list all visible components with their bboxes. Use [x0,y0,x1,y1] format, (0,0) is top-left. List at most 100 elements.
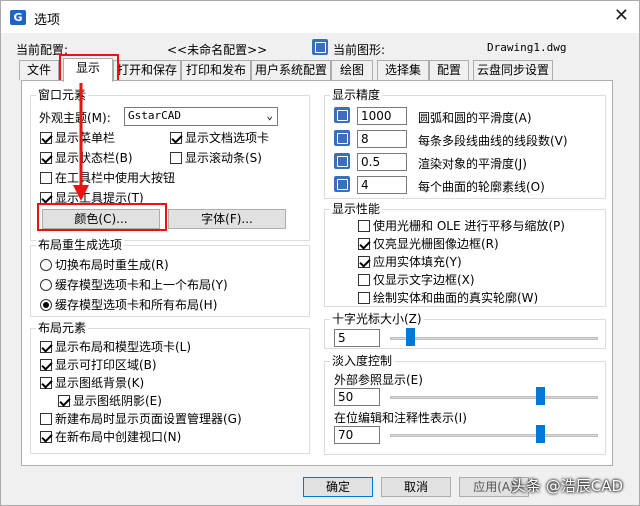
highlight-box-color [37,203,167,231]
show-paper-bg-check[interactable]: 显示图纸背景(K) [40,376,144,390]
drawing-icon [312,39,328,55]
title-bar: G 选项 ✕ [1,1,639,33]
checkbox[interactable] [358,292,370,304]
appearance-select[interactable]: GstarCAD ⌄ [124,107,278,126]
precision-icon [334,130,350,146]
ok-button[interactable]: 确定 [303,477,373,497]
display-performance-title: 显示性能 [330,202,383,216]
solid-fill-check[interactable]: 应用实体填充(Y) [358,255,462,269]
show-scrollbars-check[interactable]: 显示滚动条(S) [170,151,262,165]
check-label: 仅显示文字边框(X) [373,273,475,287]
check-label: 使用光栅和 OLE 进行平移与缩放(P) [373,219,565,233]
tab-display[interactable]: 显示 [63,58,113,82]
checkbox[interactable] [40,132,52,144]
checkbox[interactable] [358,238,370,250]
checkbox[interactable] [170,152,182,164]
xref-slider-track[interactable] [390,396,598,399]
crosshair-slider-track[interactable] [390,337,598,340]
xref-fade-input[interactable]: 50 [334,388,380,406]
checkbox[interactable] [58,395,70,407]
raster-frame-only-check[interactable]: 仅亮显光栅图像边框(R) [358,237,499,251]
layout-elements-title: 布局元素 [36,321,89,335]
current-config-value: <<未命名配置>> [167,43,268,57]
xref-slider-thumb[interactable] [536,387,545,405]
arc-smoothness-input[interactable]: 1000 [357,107,407,125]
tab-profiles[interactable]: 配置 [429,60,469,80]
checkbox[interactable] [358,274,370,286]
checkbox[interactable] [358,256,370,268]
true-silhouettes-check[interactable]: 绘制实体和曲面的真实轮廓(W) [358,291,538,305]
check-label: 显示文档选项卡 [185,131,270,145]
checkbox[interactable] [40,341,52,353]
checkbox[interactable] [40,152,52,164]
radio-label: 切换布局时重生成(R) [55,258,169,272]
checkbox[interactable] [358,220,370,232]
precision-icon [334,153,350,169]
radio[interactable] [40,259,52,271]
show-doc-tabs-check[interactable]: 显示文档选项卡 [170,131,269,145]
text-frame-only-check[interactable]: 仅显示文字边框(X) [358,273,475,287]
render-smoothness-input[interactable]: 0.5 [357,153,407,171]
large-buttons-check[interactable]: 在工具栏中使用大按钮 [40,171,175,185]
check-label: 在新布局中创建视口(N) [55,430,182,444]
tab-plot-publish[interactable]: 打印和发布 [181,60,251,80]
current-drawing-value: Drawing1.dwg [487,41,567,54]
close-icon[interactable]: ✕ [614,5,629,26]
precision-icon [334,176,350,192]
check-label: 显示滚动条(S) [185,151,262,165]
appearance-value: GstarCAD [128,109,181,122]
chevron-down-icon: ⌄ [266,109,273,122]
show-paper-shadow-check[interactable]: 显示图纸阴影(E) [58,394,162,408]
cancel-button[interactable]: 取消 [381,477,451,497]
inplace-slider-thumb[interactable] [536,425,545,443]
arc-smoothness-label: 圆弧和圆的平滑度(A) [418,111,532,125]
show-printable-area-check[interactable]: 显示可打印区域(B) [40,358,157,372]
cache-model-all-radio[interactable]: 缓存模型选项卡和所有布局(H) [40,298,217,312]
inplace-edit-label: 在位编辑和注释性表示(I) [334,411,467,425]
check-label: 绘制实体和曲面的真实轮廓(W) [373,291,539,305]
precision-icon [334,107,350,123]
tab-open-save[interactable]: 打开和保存 [113,60,181,80]
tab-selection[interactable]: 选择集 [377,60,429,80]
check-label: 显示图纸背景(K) [55,376,145,390]
inplace-fade-input[interactable]: 70 [334,426,380,444]
raster-ole-pan-check[interactable]: 使用光栅和 OLE 进行平移与缩放(P) [358,219,565,233]
cache-model-last-radio[interactable]: 缓存模型选项卡和上一个布局(Y) [40,278,228,292]
checkbox[interactable] [40,172,52,184]
tab-drafting[interactable]: 绘图 [331,60,373,80]
display-panel: 窗口元素 外观主题(M): GstarCAD ⌄ 显示菜单栏 显示文档选项卡 显示… [21,80,613,466]
crosshair-title: 十字光标大小(Z) [330,312,424,326]
checkbox[interactable] [40,377,52,389]
crosshair-slider-thumb[interactable] [406,328,415,346]
check-label: 应用实体填充(Y) [373,255,462,269]
watermark-text: 头条 @浩辰CAD [511,477,624,495]
font-button[interactable]: 字体(F)... [168,209,286,229]
display-precision-title: 显示精度 [330,88,383,102]
regen-on-switch-radio[interactable]: 切换布局时重生成(R) [40,258,169,272]
check-label: 显示布局和模型选项卡(L) [55,340,192,354]
tab-user-prefs[interactable]: 用户系统配置 [251,60,331,80]
fade-control-title: 淡入度控制 [330,354,395,368]
checkbox[interactable] [40,413,52,425]
radio[interactable] [40,299,52,311]
dialog-title: 选项 [34,13,61,28]
check-label: 显示图纸阴影(E) [73,394,162,408]
contour-lines-input[interactable]: 4 [357,176,407,194]
page-setup-manager-check[interactable]: 新建布局时显示页面设置管理器(G) [40,412,242,426]
tab-cloud-sync[interactable]: 云盘同步设置 [473,60,553,80]
crosshair-input[interactable]: 5 [334,329,380,347]
inplace-slider-track[interactable] [390,434,598,437]
tab-file[interactable]: 文件 [19,60,59,80]
check-label: 新建布局时显示页面设置管理器(G) [55,412,242,426]
show-layout-tabs-check[interactable]: 显示布局和模型选项卡(L) [40,340,191,354]
checkbox[interactable] [40,431,52,443]
radio[interactable] [40,279,52,291]
contour-lines-label: 每个曲面的轮廓素线(O) [418,180,545,194]
polyline-segments-input[interactable]: 8 [357,130,407,148]
layout-regen-title: 布局重生成选项 [36,238,125,252]
create-viewport-check[interactable]: 在新布局中创建视口(N) [40,430,181,444]
red-arrow-annotation [73,83,89,201]
radio-label: 缓存模型选项卡和上一个布局(Y) [55,278,228,292]
checkbox[interactable] [170,132,182,144]
checkbox[interactable] [40,359,52,371]
